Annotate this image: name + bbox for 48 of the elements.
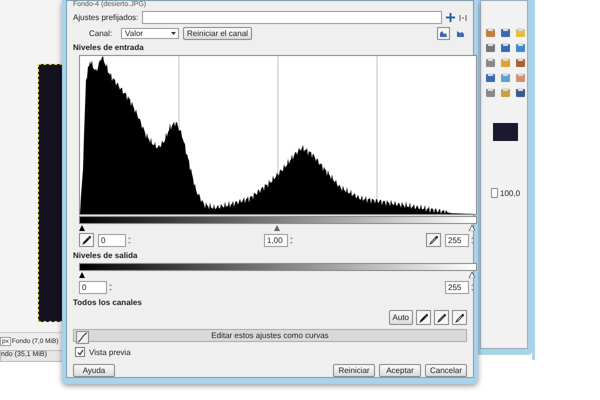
tool-icon[interactable]: [499, 26, 512, 39]
curves-expander[interactable]: Editar estos ajustes como curvas: [73, 329, 467, 342]
presets-label: Ajustes prefijados:: [73, 13, 138, 22]
tool-icon[interactable]: [514, 56, 527, 69]
add-icon[interactable]: [446, 13, 455, 22]
preview-checkbox[interactable]: [75, 347, 85, 357]
tool-icon[interactable]: [484, 41, 497, 54]
number-field[interactable]: 0: [98, 234, 126, 246]
dialog-button[interactable]: Aceptar: [379, 364, 421, 377]
spin-arrows-icon[interactable]: [470, 282, 475, 293]
reset-channel-button[interactable]: Reiniciar el canal: [183, 27, 252, 40]
spin-arrows-icon[interactable]: [127, 234, 132, 246]
tool-icon[interactable]: [484, 56, 497, 69]
tool-icon[interactable]: [499, 71, 512, 84]
spin-arrows-icon[interactable]: [289, 234, 294, 246]
auto-button[interactable]: Auto: [388, 310, 413, 325]
eyedropper-icon[interactable]: [434, 310, 449, 325]
opacity-value: 100,0: [500, 188, 520, 198]
channel-dropdown[interactable]: Valor: [121, 28, 179, 39]
preview-label: Vista previa: [89, 348, 131, 356]
menu-icon[interactable]: [459, 14, 467, 22]
curves-icon: [76, 331, 89, 344]
eyedropper-icon[interactable]: [426, 233, 441, 247]
eyedropper-icon[interactable]: [416, 310, 431, 325]
tool-icon[interactable]: [484, 71, 497, 84]
number-field[interactable]: 1,00: [264, 234, 288, 246]
channel-label: Canal:: [89, 29, 114, 38]
dialog-button[interactable]: Reiniciar: [333, 364, 375, 377]
number-field[interactable]: 255: [445, 281, 469, 294]
slider-handle[interactable]: [491, 188, 498, 198]
presets-dropdown[interactable]: [142, 11, 442, 24]
linear-histogram-icon[interactable]: [437, 27, 450, 40]
eyedropper-icon[interactable]: [452, 310, 467, 325]
tool-icon[interactable]: [484, 86, 497, 99]
section-heading: Todos los canales: [73, 298, 143, 307]
eyedropper-icon[interactable]: [79, 233, 94, 247]
dialog-button[interactable]: Cancelar: [425, 364, 467, 377]
number-field[interactable]: 0: [79, 281, 107, 294]
tool-icon[interactable]: [484, 26, 497, 39]
tool-icon[interactable]: [499, 41, 512, 54]
tool-icon[interactable]: [514, 41, 527, 54]
spin-arrows-icon[interactable]: [108, 282, 113, 293]
spin-arrows-icon[interactable]: [470, 234, 475, 246]
section-heading: Niveles de salida: [73, 251, 138, 260]
tool-icon[interactable]: [514, 86, 527, 99]
number-field[interactable]: 255: [445, 234, 469, 246]
dialog-button[interactable]: Ayuda: [73, 364, 115, 377]
section-heading: Niveles de entrada: [73, 43, 145, 52]
